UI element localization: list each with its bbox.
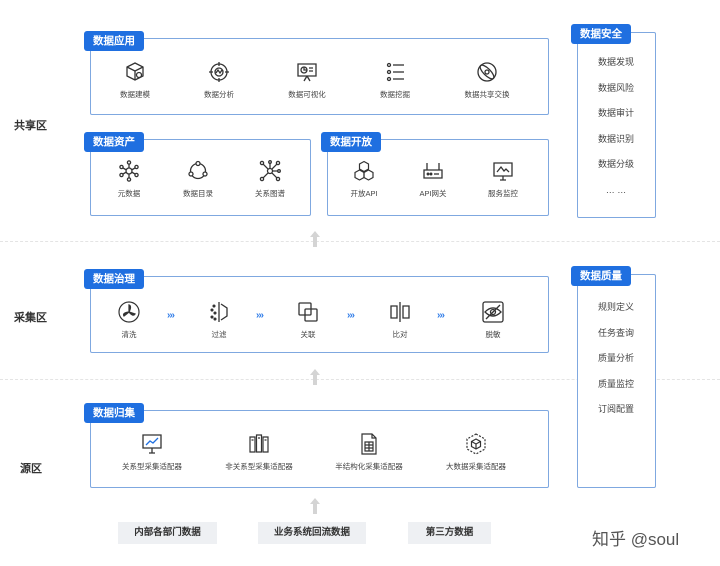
quality-item[interactable]: 订阅配置	[577, 397, 655, 423]
ingest-item-nonrelational[interactable]: 非关系型采集适配器	[214, 433, 304, 472]
target-analysis-icon	[208, 61, 230, 83]
ingest-item-label: 大数据采集适配器	[446, 462, 506, 471]
server-stack-icon	[248, 433, 270, 455]
app-item-visualization[interactable]: 数据可视化	[262, 61, 352, 100]
document-table-icon	[358, 433, 380, 455]
quality-item[interactable]: 质量分析	[577, 346, 655, 372]
router-gateway-icon	[422, 160, 444, 182]
monitor-db-icon	[141, 433, 163, 455]
hex-cubes-icon	[353, 160, 375, 182]
molecule-icon	[118, 160, 140, 182]
governance-item-link[interactable]: 关联	[263, 301, 353, 340]
ingest-item-label: 半结构化采集适配器	[335, 462, 403, 471]
governance-item-label: 清洗	[121, 330, 137, 339]
flow-arrow-icon: ›››	[167, 310, 175, 321]
ingest-item-semistructured[interactable]: 半结构化采集适配器	[324, 433, 414, 472]
flow-arrow-icon: ›››	[347, 310, 355, 321]
open-item-monitor[interactable]: 服务监控	[458, 160, 548, 199]
quality-item[interactable]: 规则定义	[577, 295, 655, 321]
up-arrow-icon	[310, 369, 320, 385]
quality-item[interactable]: 质量监控	[577, 372, 655, 398]
watermark: 知乎 @soul	[592, 530, 680, 549]
source-third-party[interactable]: 第三方数据	[408, 522, 491, 544]
security-item[interactable]: 数据分级	[577, 152, 655, 178]
link-squares-icon	[297, 301, 319, 323]
data-app-tag: 数据应用	[84, 31, 144, 51]
up-arrow-icon	[310, 498, 320, 514]
data-assets-tag: 数据资产	[84, 132, 144, 152]
up-arrow-icon	[310, 231, 320, 247]
governance-item-clean[interactable]: 清洗	[84, 301, 174, 340]
data-quality-tag: 数据质量	[571, 266, 631, 286]
app-item-label: 数据分析	[204, 90, 234, 99]
data-governance-tag: 数据治理	[84, 269, 144, 289]
flow-arrow-icon: ›››	[437, 310, 445, 321]
presentation-chart-icon	[296, 61, 318, 83]
governance-item-filter[interactable]: 过滤	[174, 301, 264, 340]
security-item-more: … …	[605, 184, 627, 195]
governance-item-label: 关联	[300, 330, 316, 339]
mining-list-icon	[384, 61, 406, 83]
filter-funnel-icon	[208, 301, 230, 323]
exchange-orbit-icon	[476, 61, 498, 83]
app-item-label: 数据挖掘	[380, 90, 410, 99]
data-security-tag: 数据安全	[571, 24, 631, 44]
zone-label-share: 共享区	[14, 120, 47, 132]
zone-label-source: 源区	[20, 463, 42, 475]
security-item[interactable]: 数据发现	[577, 50, 655, 76]
fan-clean-icon	[118, 301, 140, 323]
security-item[interactable]: 数据审计	[577, 101, 655, 127]
hex-bigdata-icon	[465, 433, 487, 455]
app-item-label: 数据建模	[120, 90, 150, 99]
governance-item-label: 过滤	[211, 330, 227, 339]
network-graph-icon	[259, 160, 281, 182]
app-item-exchange[interactable]: 数据共享交换	[442, 61, 532, 100]
assets-item-graph[interactable]: 关系图谱	[225, 160, 315, 199]
app-item-analysis[interactable]: 数据分析	[174, 61, 264, 100]
governance-item-label: 脱敏	[485, 330, 501, 339]
zone-label-collect: 采集区	[14, 312, 47, 324]
flow-arrow-icon: ›››	[256, 310, 264, 321]
security-item[interactable]: 数据风险	[577, 76, 655, 102]
security-item[interactable]: 数据识别	[577, 127, 655, 153]
governance-item-mask[interactable]: 脱敏	[448, 301, 538, 340]
divider-share-collect	[0, 241, 720, 242]
ingest-item-bigdata[interactable]: 大数据采集适配器	[431, 433, 521, 472]
app-item-modeling[interactable]: 数据建模	[90, 61, 180, 100]
ingest-item-label: 非关系型采集适配器	[225, 462, 293, 471]
monitor-chart-icon	[492, 160, 514, 182]
app-item-label: 数据共享交换	[464, 90, 510, 99]
data-ingest-tag: 数据归集	[84, 403, 144, 423]
governance-item-label: 比对	[392, 330, 408, 339]
security-list: 数据发现 数据风险 数据审计 数据识别 数据分级 … …	[577, 50, 655, 203]
source-business-return[interactable]: 业务系统回流数据	[258, 522, 366, 544]
compare-bars-icon	[389, 301, 411, 323]
quality-item[interactable]: 任务查询	[577, 321, 655, 347]
assets-item-label: 关系图谱	[255, 189, 285, 198]
governance-item-compare[interactable]: 比对	[355, 301, 445, 340]
circle-nodes-icon	[187, 160, 209, 182]
cube-model-icon	[124, 61, 146, 83]
source-internal-departments[interactable]: 内部各部门数据	[118, 522, 217, 544]
data-open-tag: 数据开放	[321, 132, 381, 152]
app-item-label: 数据可视化	[288, 90, 326, 99]
ingest-item-relational[interactable]: 关系型采集适配器	[107, 433, 197, 472]
app-item-mining[interactable]: 数据挖掘	[350, 61, 440, 100]
ingest-item-label: 关系型采集适配器	[122, 462, 182, 471]
eye-hidden-icon	[482, 301, 504, 323]
quality-list: 规则定义 任务查询 质量分析 质量监控 订阅配置	[577, 295, 655, 423]
open-item-label: 服务监控	[488, 189, 518, 198]
